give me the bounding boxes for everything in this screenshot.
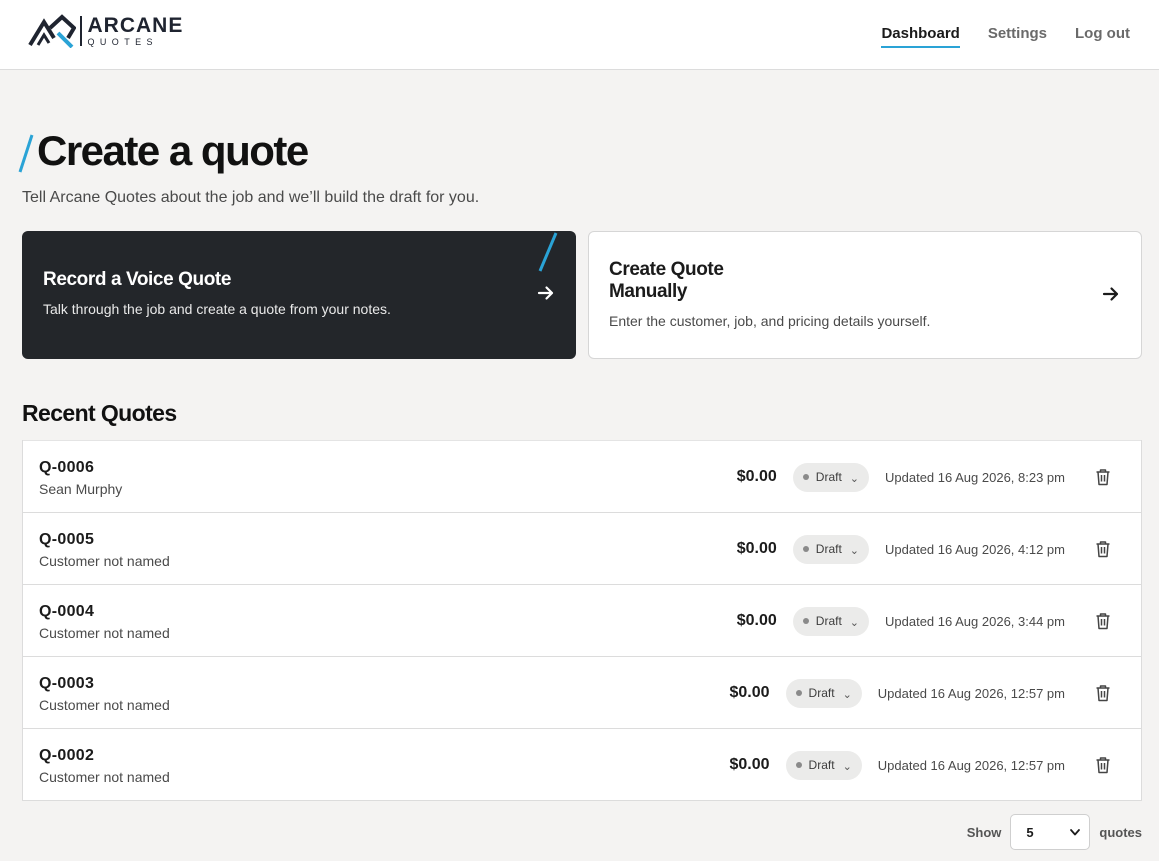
page-title-block: Create a quote xyxy=(18,127,309,174)
quote-amount: $0.00 xyxy=(729,684,770,701)
trash-icon[interactable] xyxy=(1095,756,1111,774)
chevron-down-icon: ⌄ xyxy=(849,545,860,557)
arrow-right-icon xyxy=(1102,287,1119,301)
logo-divider xyxy=(80,16,82,46)
trash-icon[interactable] xyxy=(1095,540,1111,558)
app-header: ARCANE QUOTES Dashboard Settings Log out xyxy=(0,0,1159,70)
chevron-down-icon xyxy=(1070,829,1081,836)
status-dropdown[interactable]: Draft ⌄ xyxy=(785,750,862,780)
quotes-label: quotes xyxy=(1099,824,1142,840)
logo-text: ARCANE QUOTES xyxy=(88,15,184,47)
status-dropdown[interactable]: Draft ⌄ xyxy=(785,678,862,708)
quote-customer: Customer not named xyxy=(39,769,170,785)
status-dot-icon xyxy=(802,474,809,480)
brand-sub: QUOTES xyxy=(87,37,158,47)
voice-card-description: Talk through the job and create a quote … xyxy=(43,301,391,317)
quote-amount: $0.00 xyxy=(736,468,777,485)
quote-row[interactable]: Q-0005 Customer not named $0.00 Draft ⌄ … xyxy=(23,512,1141,584)
manual-card-description: Enter the customer, job, and pricing det… xyxy=(609,313,931,329)
quote-id: Q-0003 xyxy=(39,675,95,692)
status-dot-icon xyxy=(802,546,809,552)
quote-meta: $0.00 Draft ⌄ Updated 16 Aug 2026, 12:57… xyxy=(729,678,1065,708)
nav-settings[interactable]: Settings xyxy=(988,25,1047,48)
quote-updated: Updated 16 Aug 2026, 12:57 pm xyxy=(877,685,1065,701)
quote-meta: $0.00 Draft ⌄ Updated 16 Aug 2026, 4:12 … xyxy=(737,534,1065,564)
chevron-down-icon: ⌄ xyxy=(849,617,860,629)
nav-logout[interactable]: Log out xyxy=(1075,25,1130,48)
arcane-logo-icon xyxy=(28,14,76,48)
quote-customer: Customer not named xyxy=(39,553,170,569)
quote-row[interactable]: Q-0006 Sean Murphy $0.00 Draft ⌄ Updated… xyxy=(23,440,1141,512)
quote-id: Q-0006 xyxy=(39,459,95,476)
page-size-control: Show 5 quotes xyxy=(967,814,1142,850)
quote-id: Q-0004 xyxy=(39,603,95,620)
page-size-value: 5 xyxy=(1026,824,1034,840)
show-label: Show xyxy=(966,824,1002,840)
quote-meta: $0.00 Draft ⌄ Updated 16 Aug 2026, 12:57… xyxy=(729,750,1065,780)
status-label: Draft xyxy=(815,542,842,556)
quote-customer: Customer not named xyxy=(39,697,170,713)
trash-icon[interactable] xyxy=(1095,468,1111,486)
nav-dashboard[interactable]: Dashboard xyxy=(881,25,960,48)
quote-row[interactable]: Q-0002 Customer not named $0.00 Draft ⌄ … xyxy=(23,728,1141,800)
trash-icon[interactable] xyxy=(1095,684,1111,702)
status-label: Draft xyxy=(808,758,835,772)
create-quote-manually-card[interactable]: Create Quote Manually Enter the customer… xyxy=(588,231,1142,359)
quote-customer: Sean Murphy xyxy=(39,481,123,497)
record-voice-quote-card[interactable]: Record a Voice Quote Talk through the jo… xyxy=(22,231,576,359)
arrow-right-icon xyxy=(537,286,554,300)
status-label: Draft xyxy=(815,470,842,484)
trash-icon[interactable] xyxy=(1095,612,1111,630)
chevron-down-icon: ⌄ xyxy=(842,689,852,701)
status-dropdown[interactable]: Draft ⌄ xyxy=(792,606,870,636)
status-dot-icon xyxy=(795,762,802,768)
quote-customer: Customer not named xyxy=(39,625,170,641)
status-dot-icon xyxy=(802,618,809,624)
brand-logo[interactable]: ARCANE QUOTES xyxy=(28,14,183,48)
card-slash-icon xyxy=(538,232,558,272)
page-title: Create a quote xyxy=(37,127,309,174)
quote-row[interactable]: Q-0004 Customer not named $0.00 Draft ⌄ … xyxy=(23,584,1141,656)
quote-meta: $0.00 Draft ⌄ Updated 16 Aug 2026, 8:23 … xyxy=(737,462,1065,492)
quote-amount: $0.00 xyxy=(736,540,777,557)
status-label: Draft xyxy=(815,614,842,628)
quote-id: Q-0005 xyxy=(39,531,95,548)
chevron-down-icon: ⌄ xyxy=(842,761,852,773)
page-subtitle: Tell Arcane Quotes about the job and we’… xyxy=(22,189,480,206)
manual-card-title: Create Quote Manually xyxy=(609,259,724,302)
status-label: Draft xyxy=(808,686,835,700)
status-dropdown[interactable]: Draft ⌄ xyxy=(792,534,870,564)
quote-updated: Updated 16 Aug 2026, 8:23 pm xyxy=(885,469,1065,485)
quote-row[interactable]: Q-0003 Customer not named $0.00 Draft ⌄ … xyxy=(23,656,1141,728)
quote-meta: $0.00 Draft ⌄ Updated 16 Aug 2026, 3:44 … xyxy=(737,606,1065,636)
status-dot-icon xyxy=(795,690,802,696)
page-size-select[interactable]: 5 xyxy=(1010,814,1091,850)
chevron-down-icon: ⌄ xyxy=(849,473,860,485)
quote-amount: $0.00 xyxy=(729,756,770,773)
quote-updated: Updated 16 Aug 2026, 4:12 pm xyxy=(885,541,1065,557)
status-dropdown[interactable]: Draft ⌄ xyxy=(792,462,870,492)
quote-updated: Updated 16 Aug 2026, 12:57 pm xyxy=(877,757,1065,773)
recent-quotes-list: Q-0006 Sean Murphy $0.00 Draft ⌄ Updated… xyxy=(22,440,1142,801)
top-nav: Dashboard Settings Log out xyxy=(881,25,1130,48)
title-slash-icon xyxy=(18,134,34,173)
voice-card-title: Record a Voice Quote xyxy=(43,269,232,290)
quote-updated: Updated 16 Aug 2026, 3:44 pm xyxy=(885,613,1065,629)
recent-quotes-title: Recent Quotes xyxy=(22,400,177,426)
quote-amount: $0.00 xyxy=(736,612,777,629)
quote-id: Q-0002 xyxy=(39,747,95,764)
brand-name: ARCANE xyxy=(87,14,184,37)
